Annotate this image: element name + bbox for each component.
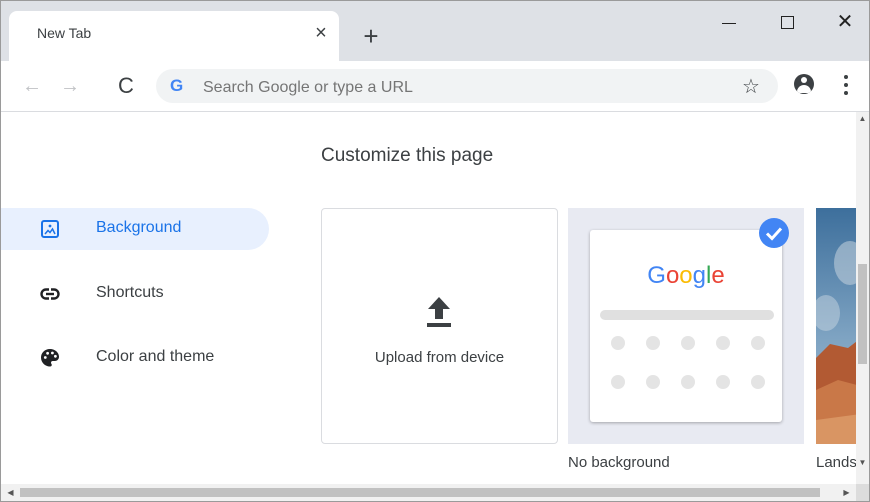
- menu-dot: [844, 83, 848, 87]
- tab-title: New Tab: [37, 25, 92, 41]
- preview-shortcut-dot: [611, 336, 625, 350]
- link-icon: [40, 288, 60, 300]
- menu-dot: [844, 75, 848, 79]
- logo-letter: o: [665, 262, 680, 289]
- customize-dialog: Customize this page Background Shortcuts: [1, 112, 856, 484]
- landscapes-label: Lands: [816, 454, 856, 471]
- no-background-tile[interactable]: Google: [568, 208, 804, 444]
- sidebar-item-shortcuts[interactable]: Shortcuts: [1, 273, 269, 315]
- sidebar-item-label: Color and theme: [96, 348, 215, 365]
- preview-shortcut-dot: [751, 336, 765, 350]
- tab-new-tab[interactable]: New Tab ×: [9, 11, 339, 61]
- ntp-preview-card: Google: [590, 230, 782, 422]
- logo-letter: o: [679, 262, 693, 289]
- vertical-scrollbar[interactable]: ▲ ▼: [856, 112, 869, 484]
- checkmark-glyph: [765, 227, 783, 241]
- tab-strip: New Tab × + ✕: [1, 1, 869, 61]
- scroll-up-arrow-icon[interactable]: ▲: [856, 112, 869, 126]
- menu-dots-icon[interactable]: [841, 75, 851, 97]
- profile-head: [801, 77, 807, 83]
- upload-label: Upload from device: [374, 349, 505, 366]
- scroll-down-arrow-icon[interactable]: ▼: [856, 456, 869, 470]
- toolbar: ← → C G ☆: [1, 61, 869, 112]
- no-background-label: No background: [568, 454, 670, 471]
- sidebar-item-label: Background: [96, 219, 182, 236]
- bookmark-star-icon[interactable]: ☆: [742, 74, 760, 99]
- selected-check-icon: [759, 218, 789, 248]
- new-tab-icon[interactable]: +: [359, 23, 383, 49]
- window-close-icon[interactable]: ✕: [823, 7, 867, 37]
- upload-icon: [427, 297, 451, 327]
- menu-dot: [844, 91, 848, 95]
- reload-icon[interactable]: C: [113, 73, 139, 99]
- scrollbar-corner: [856, 484, 869, 501]
- preview-search-bar: [600, 310, 774, 320]
- logo-letter: g: [692, 262, 707, 289]
- browser-window: New Tab × + ✕ ← → C G ☆ Customize this p…: [0, 0, 870, 502]
- preview-shortcut-dot: [681, 336, 695, 350]
- preview-shortcut-dot: [646, 336, 660, 350]
- horizontal-scroll-thumb[interactable]: [20, 488, 820, 497]
- palette-icon: [41, 349, 59, 367]
- preview-shortcut-dot: [716, 336, 730, 350]
- logo-letter: G: [647, 262, 666, 289]
- landscape-thumbnail: [816, 208, 856, 444]
- image-icon: [41, 220, 59, 238]
- google-logo: Google: [590, 262, 782, 290]
- sidebar-item-color-and-theme[interactable]: Color and theme: [1, 337, 269, 379]
- profile-icon[interactable]: [794, 74, 814, 94]
- preview-shortcut-dot: [611, 375, 625, 389]
- profile-body: [797, 85, 811, 93]
- scroll-left-arrow-icon[interactable]: ◀: [3, 485, 18, 500]
- sidebar-item-label: Shortcuts: [96, 284, 164, 301]
- back-arrow-icon[interactable]: ←: [19, 73, 45, 99]
- landscapes-tile[interactable]: [816, 208, 856, 444]
- horizontal-scrollbar[interactable]: ◀ ▶: [1, 484, 856, 501]
- tab-close-icon[interactable]: ×: [309, 21, 333, 45]
- upload-from-device-tile[interactable]: Upload from device: [321, 208, 558, 444]
- vertical-scroll-thumb[interactable]: [858, 264, 867, 364]
- address-input[interactable]: [201, 78, 725, 98]
- dialog-title: Customize this page: [321, 145, 494, 166]
- logo-letter: e: [711, 262, 725, 289]
- maximize-icon[interactable]: [765, 7, 809, 37]
- preview-shortcut-dot: [646, 375, 660, 389]
- preview-shortcut-dot: [716, 375, 730, 389]
- google-g-icon: G: [170, 76, 184, 95]
- preview-shortcut-dot: [681, 375, 695, 389]
- minimize-icon[interactable]: [707, 7, 751, 37]
- omnibox[interactable]: G ☆: [156, 69, 778, 103]
- forward-arrow-icon[interactable]: →: [57, 73, 83, 99]
- preview-shortcut-dot: [751, 375, 765, 389]
- sidebar-item-background[interactable]: Background: [1, 208, 269, 250]
- scroll-right-arrow-icon[interactable]: ▶: [839, 485, 854, 500]
